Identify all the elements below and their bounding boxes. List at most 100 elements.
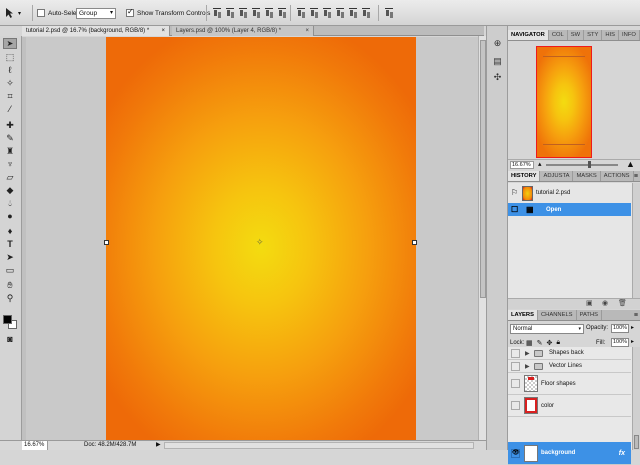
type-tool-button[interactable]: T [3,239,17,250]
eyedropper-tool-button[interactable]: ⁄ [3,104,17,115]
tab-swatches[interactable]: SW [568,30,585,40]
horizontal-scrollbar[interactable] [164,442,474,449]
document-workspace[interactable]: ✧ [22,37,478,440]
history-item[interactable]: ☐ ▦ Open [508,203,631,216]
visibility-toggle[interactable] [511,379,520,388]
history-snapshot[interactable]: ⚐ tutorial 2.psd [508,183,631,203]
distribute-left-icon[interactable] [335,6,345,18]
chevron-right-icon[interactable]: ▸ [631,338,634,345]
history-brush-source-icon[interactable]: ☐ [511,205,520,214]
tab-masks[interactable]: MASKS [573,171,601,181]
distribute-hcenter-icon[interactable] [348,6,358,18]
pen-tool-button[interactable]: ♦ [3,226,17,237]
trash-icon[interactable]: 🗑︎ [618,300,627,308]
marquee-tool-button[interactable]: ⬚ [3,52,17,63]
character-panel-icon[interactable]: ⊕ [492,38,503,48]
tab-info[interactable]: INFO [619,30,640,40]
quick-mask-button[interactable]: ◙ [3,334,17,345]
expand-triangle-icon[interactable]: ▶ [525,350,531,357]
new-document-from-state-icon[interactable]: ▣ [586,300,594,308]
panel-menu-icon[interactable]: ≡ [634,310,638,321]
zoom-in-icon[interactable]: ▲ [626,159,635,169]
path-select-tool-button[interactable]: ➤ [3,252,17,263]
transform-center-icon[interactable]: ✧ [256,237,264,248]
layer-row[interactable]: ▶ Shapes back [508,347,631,360]
layer-row[interactable]: ▶ Vector Lines [508,360,631,373]
lasso-tool-button[interactable]: ℓ [3,65,17,76]
tab-layers[interactable]: LAYERS [508,310,538,320]
align-top-icon[interactable] [212,6,222,18]
transform-controls-checkbox[interactable] [126,7,134,17]
blend-mode-dropdown[interactable]: Normal ▾ [510,324,584,334]
layer-row[interactable]: color [508,395,631,417]
vertical-scrollbar[interactable] [478,36,486,440]
history-brush-tool-button[interactable]: ♆ [3,159,17,170]
visibility-toggle[interactable] [511,348,520,358]
layers-scrollbar[interactable] [632,347,640,450]
auto-align-layers-icon[interactable] [384,6,394,18]
navigator-preview[interactable] [536,46,592,158]
auto-select-mode-dropdown[interactable]: Group ▾ [76,8,116,19]
shape-tool-button[interactable]: ▭ [3,265,17,276]
tab-paths[interactable]: PATHS [577,310,603,320]
tab-history[interactable]: HISTORY [508,171,541,181]
status-menu-arrow-icon[interactable]: ▶ [156,441,161,450]
zoom-out-icon[interactable]: ▴ [538,160,542,168]
tool-preset-picker[interactable]: ▾ [4,5,30,21]
align-hcenter-icon[interactable] [264,6,274,18]
lock-image-icon[interactable]: ✎ [537,339,543,347]
fill-field[interactable]: 100% [611,338,629,347]
navigator-zoom-slider[interactable] [546,164,618,166]
align-bottom-icon[interactable] [238,6,248,18]
brush-tool-button[interactable]: ✎ [3,133,17,144]
visibility-toggle[interactable] [511,401,520,410]
history-scrollbar[interactable] [632,183,640,305]
close-icon[interactable]: × [161,26,165,36]
distribute-vcenter-icon[interactable] [309,6,319,18]
align-right-icon[interactable] [277,6,287,18]
tab-channels[interactable]: CHANNELS [538,310,577,320]
zoom-slider-knob[interactable] [588,161,591,168]
history-source-icon[interactable]: ⚐ [511,188,520,197]
close-icon[interactable]: × [305,26,309,36]
zoom-tool-button[interactable]: ⚲ [3,293,17,304]
scrollbar-thumb[interactable] [634,435,639,449]
align-left-icon[interactable] [251,6,261,18]
expand-triangle-icon[interactable]: ▶ [525,363,531,370]
zoom-level-field[interactable]: 16.67% [22,441,48,450]
tab-actions[interactable]: ACTIONS [601,171,634,181]
document-tab-active[interactable]: tutorial 2.psd @ 16.7% (background, RGB/… [22,26,170,36]
chevron-right-icon[interactable]: ▸ [631,324,634,331]
new-snapshot-icon[interactable]: ◉ [602,300,610,308]
tab-histogram[interactable]: HIS [602,30,620,40]
visibility-toggle[interactable] [511,361,520,371]
eraser-tool-button[interactable]: ▱ [3,172,17,183]
move-tool-button[interactable]: ➤ [3,38,17,49]
layer-row[interactable]: Floor shapes [508,373,631,395]
paint-bucket-tool-button[interactable]: ◆ [3,185,17,196]
clone-stamp-tool-button[interactable]: ♜ [3,146,17,157]
opacity-field[interactable]: 100% [611,324,629,333]
distribute-right-icon[interactable] [361,6,371,18]
lock-position-icon[interactable]: ✥ [547,339,553,347]
quick-select-tool-button[interactable]: ✧ [3,78,17,89]
layer-row-selected[interactable]: 👁︎ background fx [508,442,631,465]
hand-tool-button[interactable]: ✋︎ [3,280,17,291]
document-tab[interactable]: Layers.psd @ 100% (Layer 4, RGB/8) * × [172,26,314,36]
distribute-top-icon[interactable] [296,6,306,18]
healing-tool-button[interactable]: ✚ [3,120,17,131]
crop-tool-button[interactable]: ⌗ [3,91,17,102]
auto-select-checkbox[interactable] [37,9,45,17]
transform-handle-right[interactable] [412,240,417,245]
tab-styles[interactable]: STY [584,30,603,40]
lock-all-icon[interactable]: 🔒︎ [556,339,560,347]
foreground-color-swatch[interactable] [3,315,12,324]
tab-navigator[interactable]: NAVIGATOR [508,30,549,40]
panel-menu-icon[interactable]: ≡ [634,171,638,182]
dodge-tool-button[interactable]: ● [3,211,17,222]
navigator-zoom-field[interactable]: 16.67% [510,161,534,169]
blur-tool-button[interactable]: 💧︎ [3,198,17,209]
lock-transparent-icon[interactable]: ▦ [526,339,533,347]
tool-presets-icon[interactable]: ✣ [492,72,503,82]
layer-effects-icon[interactable]: fx [619,450,625,457]
